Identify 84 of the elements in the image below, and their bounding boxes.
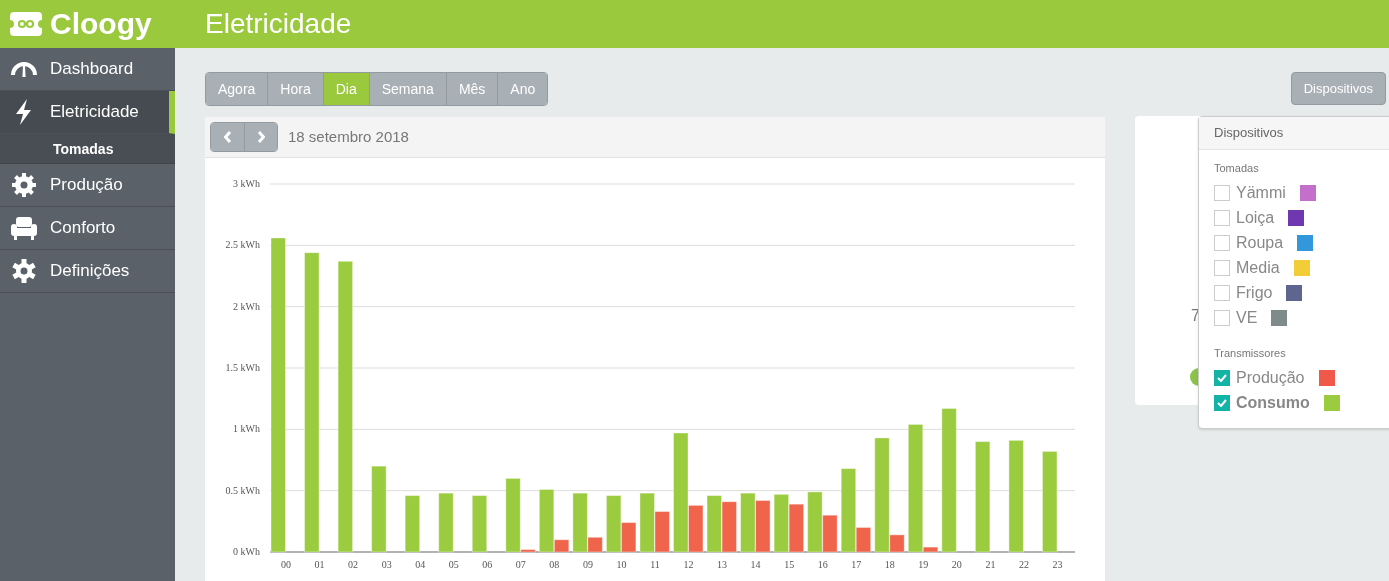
period-tab[interactable]: Ano: [497, 73, 548, 105]
checkbox[interactable]: [1214, 394, 1230, 411]
sidebar-item[interactable]: Produção: [0, 164, 175, 207]
chevron-left-icon: [223, 131, 232, 143]
bar: [471, 495, 488, 553]
axis-label: 07: [515, 559, 526, 570]
sidebar-subitem[interactable]: Tomadas: [0, 134, 175, 164]
axis-label: 2.5 kWh: [225, 239, 260, 251]
axis-label: 09: [582, 559, 593, 570]
bar: [721, 501, 738, 553]
checkbox[interactable]: [1214, 260, 1230, 276]
brand-name: Cloogy: [50, 9, 152, 39]
axis-label: 18: [884, 559, 895, 570]
bar: [706, 495, 723, 553]
sidebar-item[interactable]: Conforto: [0, 207, 175, 250]
checkbox[interactable]: [1214, 310, 1230, 326]
checkmark-icon: [1217, 398, 1227, 407]
axis-label: 10: [616, 559, 627, 570]
checkbox[interactable]: [1214, 369, 1230, 386]
device-label: Roupa: [1236, 233, 1284, 253]
previous-button[interactable]: [211, 123, 244, 151]
device-label: Yämmi: [1236, 183, 1286, 203]
period-tab[interactable]: Agora: [206, 73, 268, 105]
page-title: Eletricidade: [205, 7, 352, 41]
axis-label: 19: [918, 559, 929, 570]
device-label: Media: [1236, 258, 1280, 278]
bar: [438, 492, 454, 553]
bar: [788, 503, 805, 553]
chevron-right-icon: [257, 131, 265, 143]
axis-label: 23: [1052, 559, 1063, 570]
logo-icon: [10, 10, 42, 38]
axis-label: 1.5 kWh: [225, 362, 260, 373]
device-label: Consumo: [1236, 392, 1310, 413]
group-label: Transmissores: [1214, 345, 1287, 361]
devices-button[interactable]: Dispositivos: [1290, 72, 1386, 105]
axis-label: 3 kWh: [233, 178, 260, 189]
period-tab[interactable]: Dia: [322, 73, 369, 105]
axis-label: 22: [1018, 559, 1029, 570]
axis-label: 05: [448, 559, 459, 570]
axis-label: 12: [683, 559, 694, 570]
group-label: Tomadas: [1214, 161, 1260, 176]
axis-label: 08: [549, 559, 560, 570]
bar: [773, 493, 790, 553]
checkbox[interactable]: [1214, 210, 1230, 226]
axis-label: 13: [717, 559, 728, 570]
period-tab[interactable]: Hora: [267, 73, 323, 105]
bar: [740, 492, 756, 553]
bar: [755, 500, 771, 553]
checkbox[interactable]: [1214, 185, 1230, 201]
axis-label: 14: [750, 559, 761, 570]
period-tab[interactable]: Semana: [368, 73, 446, 105]
device-label: Loiça: [1236, 208, 1275, 228]
axis-label: 00: [281, 559, 291, 570]
device-label: VE: [1236, 308, 1258, 328]
axis-label: 1 kWh: [233, 423, 260, 435]
checkmark-icon: [1217, 373, 1227, 382]
settings-icon: [10, 257, 38, 285]
axis-label: 17: [851, 559, 862, 570]
axis-label: 06: [482, 559, 493, 570]
axis-label: 21: [985, 559, 996, 570]
axis-label: 20: [951, 559, 962, 570]
cog-icon: [10, 171, 38, 199]
axis-label: 11: [650, 559, 660, 570]
axis-label: 2 kWh: [233, 300, 260, 312]
axis-label: 01: [314, 559, 325, 570]
dropdown-title: Dispositivos: [1199, 117, 1389, 150]
sidebar-item[interactable]: Definições: [0, 250, 175, 293]
axis-label: 0 kWh: [233, 546, 260, 557]
axis-label: 16: [817, 559, 828, 570]
axis-label: 04: [415, 559, 426, 570]
date-label: 18 setembro 2018: [288, 126, 409, 147]
sidebar-item[interactable]: Eletricidade: [0, 91, 175, 134]
axis-label: 15: [784, 559, 795, 570]
axis-label: 0.5 kWh: [225, 484, 260, 496]
checkbox[interactable]: [1214, 285, 1230, 301]
device-label: Produção: [1236, 367, 1305, 388]
period-tab[interactable]: Mês: [445, 73, 498, 105]
axis-label: 03: [381, 559, 392, 570]
checkbox[interactable]: [1214, 235, 1230, 251]
device-label: Frigo: [1236, 283, 1273, 303]
next-button[interactable]: [244, 123, 277, 151]
bar: [404, 495, 421, 553]
axis-label: 02: [348, 559, 359, 570]
armchair-icon: [10, 214, 38, 242]
